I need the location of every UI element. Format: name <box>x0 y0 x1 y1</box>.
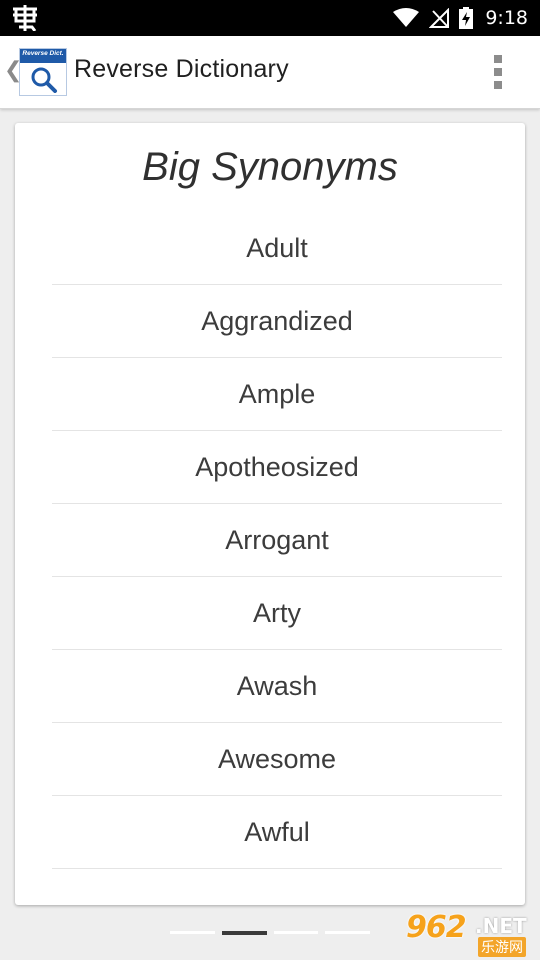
status-time: 9:18 <box>485 7 528 29</box>
word-item[interactable]: Awash <box>52 650 502 723</box>
card-title: Big Synonyms <box>142 145 398 189</box>
word-item[interactable]: Ample <box>52 358 502 431</box>
watermark-suffix: .NET <box>475 914 527 938</box>
page-dot[interactable] <box>325 931 370 934</box>
page-dot[interactable] <box>273 931 319 934</box>
watermark-logo: 962 .NET 乐游网 <box>400 910 535 957</box>
word-item[interactable]: Aggrandized <box>52 285 502 358</box>
synonyms-card: Big Synonyms Adult Aggrandized Ample Apo… <box>15 123 525 905</box>
app-title: Reverse Dictionary <box>74 55 289 83</box>
debug-icon <box>13 5 37 31</box>
status-bar: 9:18 <box>0 0 540 36</box>
page-dot[interactable] <box>170 931 215 934</box>
magnifier-icon <box>31 67 57 93</box>
word-item[interactable]: Adult <box>52 212 502 285</box>
wifi-icon <box>393 8 420 27</box>
word-item[interactable]: Arrogant <box>52 504 502 577</box>
word-item[interactable]: Apotheosized <box>52 431 502 504</box>
page-indicator <box>170 931 370 935</box>
watermark-number: 962 <box>406 910 467 945</box>
no-signal-icon <box>429 8 450 28</box>
page-dot-active[interactable] <box>221 931 267 935</box>
watermark-chinese: 乐游网 <box>478 937 526 957</box>
app-logo[interactable]: Reverse Dict. <box>19 48 67 96</box>
word-list: Adult Aggrandized Ample Apotheosized Arr… <box>52 212 502 869</box>
overflow-menu-icon[interactable] <box>486 52 510 92</box>
app-bar: ❮ Reverse Dict. Reverse Dictionary <box>0 36 540 109</box>
logo-text: Reverse Dict. <box>22 50 64 57</box>
word-item[interactable]: Arty <box>52 577 502 650</box>
word-item[interactable]: Awesome <box>52 723 502 796</box>
word-item[interactable]: Awful <box>52 796 502 869</box>
battery-charging-icon <box>459 7 474 29</box>
